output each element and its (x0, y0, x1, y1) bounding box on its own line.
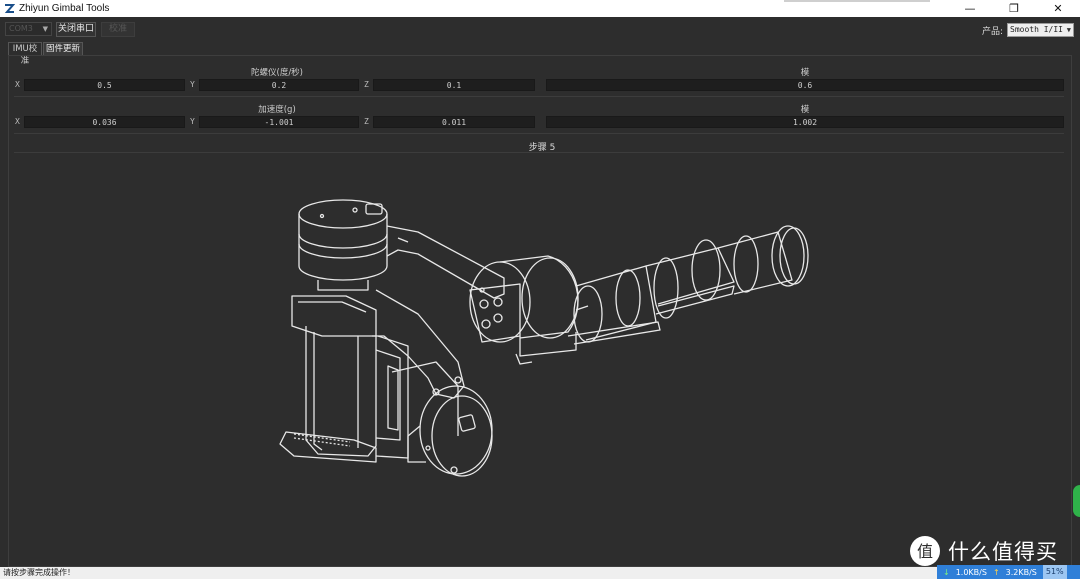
maximize-button[interactable]: ❐ (992, 0, 1036, 17)
divider (14, 96, 1064, 97)
divider (14, 152, 1064, 153)
floating-widget[interactable] (1073, 485, 1080, 517)
gyro-z-field: 0.1 (373, 79, 535, 91)
tab-firmware-update[interactable]: 固件更新 (43, 42, 83, 55)
overlay-strip (784, 0, 930, 2)
download-speed: 1.0KB/S (955, 567, 987, 577)
close-port-button[interactable]: 关闭串口 (56, 22, 96, 37)
product-select[interactable]: Smooth I/II ▼ (1007, 23, 1074, 37)
accel-title: 加速度(g) (258, 105, 296, 115)
accel-x-field: 0.036 (24, 116, 185, 128)
status-message: 请按步骤完成操作！ (3, 568, 75, 577)
smzdm-watermark: 值 什么值得买 (908, 534, 1058, 568)
gimbal-illustration (279, 199, 809, 477)
divider (14, 133, 1064, 134)
minimize-button[interactable]: — (948, 0, 992, 17)
watermark-text: 什么值得买 (948, 540, 1058, 564)
accel-z-field: 0.011 (373, 116, 535, 128)
gyro-x-label: X (15, 80, 20, 89)
smzdm-logo-icon: 值 (910, 536, 940, 566)
accel-y-field: -1.001 (199, 116, 359, 128)
product-label: 产品: (982, 27, 1004, 37)
gyro-magnitude-field: 0.6 (546, 79, 1064, 91)
close-button[interactable]: ✕ (1036, 0, 1080, 17)
tab-imu-calibration[interactable]: IMU校准 (8, 42, 42, 66)
accel-z-label: Z (364, 117, 369, 126)
gyro-y-label: Y (190, 80, 195, 89)
chevron-down-icon: ▼ (42, 25, 48, 33)
gyro-title: 陀螺仪(度/秒) (251, 68, 303, 78)
accel-x-label: X (15, 117, 20, 126)
title-bar: Zhiyun Gimbal Tools (0, 0, 1080, 17)
accel-magnitude-title: 模 (800, 105, 810, 115)
zhiyun-logo-icon (3, 3, 15, 15)
arrow-down-icon: ↓ (943, 567, 950, 577)
calibrate-button[interactable]: 校准 (101, 22, 135, 37)
serial-port-value: COM3 (9, 24, 33, 33)
gyro-z-label: Z (364, 80, 369, 89)
serial-port-select[interactable]: COM3 ▼ (5, 22, 52, 36)
status-bar: 请按步骤完成操作！ (0, 567, 1080, 579)
accel-y-label: Y (190, 117, 195, 126)
arrow-up-icon: ↑ (992, 567, 1000, 577)
gyro-x-field: 0.5 (24, 79, 185, 91)
gyro-y-field: 0.2 (199, 79, 359, 91)
window-title: Zhiyun Gimbal Tools (19, 3, 110, 14)
upload-speed: 3.2KB/S (1005, 567, 1037, 577)
product-value: Smooth I/II (1010, 25, 1063, 34)
chevron-down-icon: ▼ (1066, 26, 1071, 34)
gyro-magnitude-title: 模 (800, 68, 810, 78)
svg-text:值: 值 (917, 542, 933, 561)
accel-magnitude-field: 1.002 (546, 116, 1064, 128)
